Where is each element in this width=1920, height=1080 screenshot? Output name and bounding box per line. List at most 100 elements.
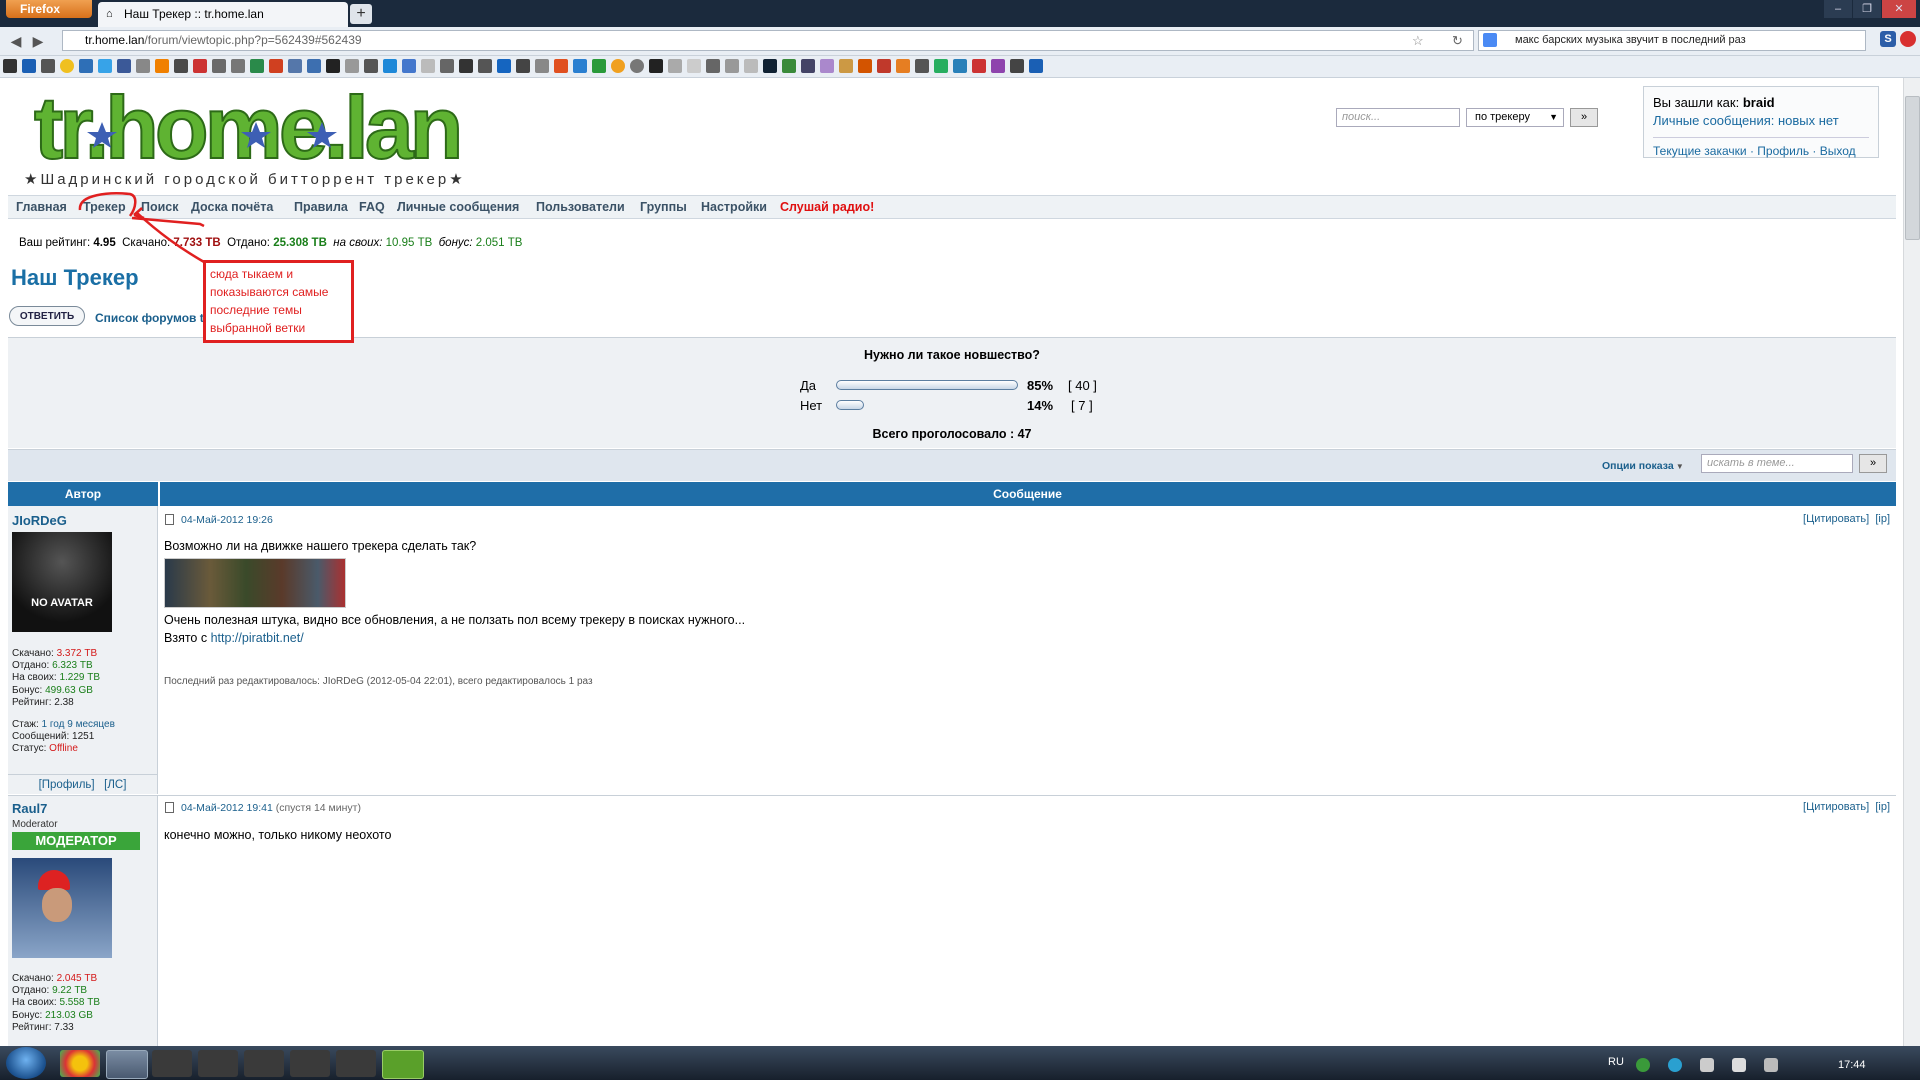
bookmark-icon[interactable] — [41, 59, 55, 73]
bookmark-icon[interactable] — [725, 59, 739, 73]
chrome-icon[interactable] — [60, 1050, 100, 1077]
post-author-name[interactable]: JIoRDeG — [12, 513, 67, 528]
search-scope-select[interactable]: по трекеру ▼ — [1466, 108, 1564, 127]
bookmark-icon[interactable] — [497, 59, 511, 73]
profile-pm-links[interactable]: [Профиль] [ЛС] — [8, 774, 157, 795]
menu-item-faq[interactable]: FAQ — [359, 200, 385, 214]
bookmark-icon[interactable] — [269, 59, 283, 73]
taskbar-app-icon[interactable] — [244, 1050, 284, 1077]
skype-icon[interactable]: S — [1880, 31, 1896, 47]
site-logo[interactable]: tr.home.lan — [30, 82, 510, 172]
bookmark-icon[interactable] — [915, 59, 929, 73]
bookmark-icon[interactable] — [79, 59, 93, 73]
bookmark-icon[interactable] — [155, 59, 169, 73]
search-go-button[interactable]: » — [1570, 108, 1598, 127]
bookmark-icon[interactable] — [877, 59, 891, 73]
bookmark-icon[interactable] — [98, 59, 112, 73]
adblock-icon[interactable] — [1900, 31, 1916, 47]
bookmark-icon[interactable] — [212, 59, 226, 73]
tray-icon[interactable] — [1636, 1058, 1650, 1072]
post-date[interactable]: 04-Май-2012 19:26 — [181, 514, 273, 526]
bookmark-icon[interactable] — [763, 59, 777, 73]
post-screenshot-image[interactable] — [164, 558, 346, 608]
forward-arrow-icon[interactable]: ▶ — [28, 31, 48, 51]
post-actions[interactable]: [Цитировать] [ip] — [1803, 801, 1890, 813]
bookmark-icon[interactable] — [953, 59, 967, 73]
bookmark-icon[interactable] — [231, 59, 245, 73]
bookmark-icon[interactable] — [782, 59, 796, 73]
source-link[interactable]: http://piratbit.net/ — [211, 631, 304, 645]
bookmark-icon[interactable] — [858, 59, 872, 73]
bookmark-icon[interactable] — [611, 59, 625, 73]
user-links[interactable]: Текущие закачки · Профиль · Выход — [1653, 137, 1869, 158]
post-actions[interactable]: [Цитировать] [ip] — [1803, 513, 1890, 525]
reload-icon[interactable]: ↻ — [1452, 33, 1463, 49]
menu-item-home[interactable]: Главная — [16, 200, 67, 214]
bookmark-icon[interactable] — [364, 59, 378, 73]
bookmark-icon[interactable] — [554, 59, 568, 73]
bookmark-icon[interactable] — [478, 59, 492, 73]
tray-icon[interactable] — [1668, 1058, 1682, 1072]
bookmark-icon[interactable] — [896, 59, 910, 73]
bookmark-icon[interactable] — [326, 59, 340, 73]
bookmark-icon[interactable] — [307, 59, 321, 73]
taskbar-app-icon[interactable] — [198, 1050, 238, 1077]
bookmark-icon[interactable] — [687, 59, 701, 73]
site-search-input[interactable]: поиск... — [1336, 108, 1460, 127]
maximize-button[interactable]: ❐ — [1853, 0, 1881, 18]
bookmark-icon[interactable] — [345, 59, 359, 73]
post-date[interactable]: 04-Май-2012 19:41 — [181, 802, 273, 814]
bookmark-icon[interactable] — [801, 59, 815, 73]
back-arrow-icon[interactable]: ◀ — [6, 31, 26, 51]
bookmark-star-icon[interactable]: ☆ — [1412, 33, 1424, 49]
bookmark-icon[interactable] — [459, 59, 473, 73]
bookmark-icon[interactable] — [744, 59, 758, 73]
menu-item-messages[interactable]: Личные сообщения — [397, 200, 519, 214]
bookmark-icon[interactable] — [421, 59, 435, 73]
clock[interactable]: 17:44 — [1838, 1059, 1866, 1071]
display-options-link[interactable]: Опции показа ▼ — [1602, 460, 1684, 472]
volume-icon[interactable] — [1764, 1058, 1778, 1072]
bookmark-icon[interactable] — [592, 59, 606, 73]
bookmark-icon[interactable] — [1010, 59, 1024, 73]
bookmark-icon[interactable] — [573, 59, 587, 73]
bookmark-icon[interactable] — [630, 59, 644, 73]
bookmark-icon[interactable] — [402, 59, 416, 73]
close-window-button[interactable]: ✕ — [1882, 0, 1916, 18]
bookmark-icon[interactable] — [516, 59, 530, 73]
bookmark-icon[interactable] — [193, 59, 207, 73]
search-engine-icon[interactable] — [1483, 33, 1497, 47]
bookmark-icon[interactable] — [706, 59, 720, 73]
new-tab-button[interactable]: + — [350, 4, 372, 24]
browser-tab[interactable]: ⌂ Наш Трекер :: tr.home.lan — [98, 2, 348, 27]
taskbar-app-icon[interactable] — [152, 1050, 192, 1077]
bookmark-icon[interactable] — [649, 59, 663, 73]
menu-item-users[interactable]: Пользователи — [536, 200, 625, 214]
taskbar-app-icon[interactable] — [336, 1050, 376, 1077]
bookmark-icon[interactable] — [3, 59, 17, 73]
web-search-input[interactable]: макс барских музыка звучит в последний р… — [1478, 30, 1866, 51]
flag-icon[interactable] — [1732, 1058, 1746, 1072]
bookmark-icon[interactable] — [972, 59, 986, 73]
taskbar-app-icon[interactable] — [290, 1050, 330, 1077]
menu-item-groups[interactable]: Группы — [640, 200, 687, 214]
bookmark-icon[interactable] — [117, 59, 131, 73]
post-author-name[interactable]: Raul7 — [12, 801, 47, 816]
topic-search-input[interactable]: искать в теме... — [1701, 454, 1853, 473]
taskbar-app-icon[interactable] — [382, 1050, 424, 1079]
bookmark-icon[interactable] — [934, 59, 948, 73]
address-bar[interactable]: tr.home.lan/forum/viewtopic.php?p=562439… — [62, 30, 1474, 51]
private-messages-link[interactable]: Личные сообщения: новых нет — [1653, 113, 1869, 128]
bookmark-icon[interactable] — [174, 59, 188, 73]
menu-item-radio[interactable]: Слушай радио! — [780, 200, 874, 214]
bookmark-icon[interactable] — [288, 59, 302, 73]
bookmark-icon[interactable] — [991, 59, 1005, 73]
start-button[interactable] — [6, 1047, 46, 1079]
firefox-taskbar-icon[interactable] — [106, 1050, 148, 1079]
reply-button[interactable]: ОТВЕТИТЬ — [9, 306, 85, 326]
scrollbar-thumb[interactable] — [1905, 96, 1920, 240]
bookmark-icon[interactable] — [668, 59, 682, 73]
bookmark-icon[interactable] — [136, 59, 150, 73]
firefox-menu-button[interactable]: Firefox — [6, 0, 92, 18]
bookmark-icon[interactable] — [839, 59, 853, 73]
